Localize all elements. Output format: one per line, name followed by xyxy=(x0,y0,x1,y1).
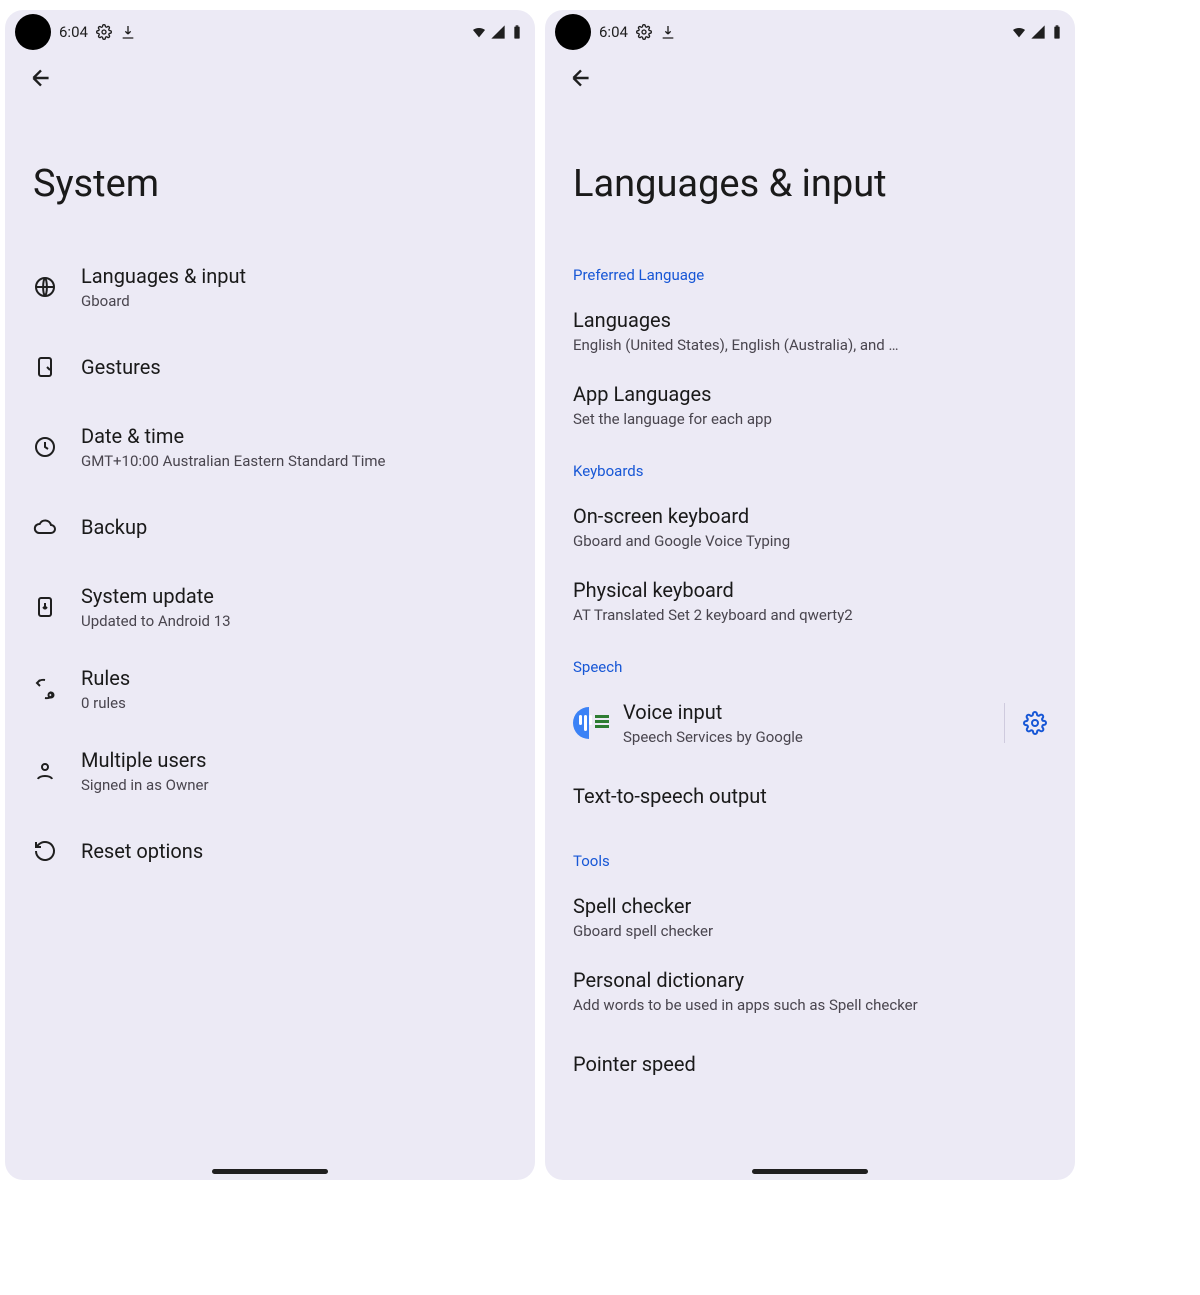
item-title: Pointer speed xyxy=(573,1052,1047,1076)
li-item-on-screen-keyboard[interactable]: On-screen keyboard Gboard and Google Voic… xyxy=(545,490,1075,564)
section-header-tools: Tools xyxy=(545,832,1075,880)
gesture-icon xyxy=(33,355,57,379)
item-title: Languages & input xyxy=(81,264,246,288)
signal-icon xyxy=(1030,24,1046,40)
item-subtitle: English (United States), English (Austra… xyxy=(573,336,1047,354)
person-icon xyxy=(33,759,57,783)
section-header-preferred-language: Preferred Language xyxy=(545,246,1075,294)
item-title: App Languages xyxy=(573,382,1047,406)
system-item-date-time[interactable]: Date & time GMT+10:00 Australian Eastern … xyxy=(5,406,535,488)
li-item-app-languages[interactable]: App Languages Set the language for each a… xyxy=(545,368,1075,442)
rules-icon xyxy=(33,677,57,701)
camera-cutout xyxy=(15,14,51,50)
item-title: Multiple users xyxy=(81,748,209,772)
item-title: Languages xyxy=(573,308,1047,332)
li-item-spell-checker[interactable]: Spell checker Gboard spell checker xyxy=(545,880,1075,954)
li-item-voice-input[interactable]: Voice input Speech Services by Google xyxy=(545,686,1075,760)
system-item-backup[interactable]: Backup xyxy=(5,488,535,566)
status-bar: 6:04 xyxy=(5,10,535,54)
item-subtitle: GMT+10:00 Australian Eastern Standard Ti… xyxy=(81,452,385,470)
section-header-speech: Speech xyxy=(545,638,1075,686)
li-item-languages[interactable]: Languages English (United States), Englis… xyxy=(545,294,1075,368)
li-item-text-to-speech-output[interactable]: Text-to-speech output xyxy=(545,760,1075,832)
item-title: Reset options xyxy=(81,839,203,863)
battery-icon xyxy=(509,24,525,40)
system-item-rules[interactable]: Rules 0 rules xyxy=(5,648,535,730)
item-subtitle: Updated to Android 13 xyxy=(81,612,231,630)
reset-icon xyxy=(33,839,57,863)
status-time: 6:04 xyxy=(59,23,88,41)
clock-icon xyxy=(33,435,57,459)
status-bar: 6:04 xyxy=(545,10,1075,54)
nav-handle[interactable] xyxy=(212,1169,328,1174)
camera-cutout xyxy=(555,14,591,50)
back-button[interactable] xyxy=(27,64,55,92)
item-subtitle: Gboard and Google Voice Typing xyxy=(573,532,1047,550)
back-button[interactable] xyxy=(567,64,595,92)
section-header-keyboards: Keyboards xyxy=(545,442,1075,490)
wifi-icon xyxy=(471,24,487,40)
li-item-physical-keyboard[interactable]: Physical keyboard AT Translated Set 2 key… xyxy=(545,564,1075,638)
page-title: Languages & input xyxy=(545,102,1075,246)
li-item-personal-dictionary[interactable]: Personal dictionary Add words to be used … xyxy=(545,954,1075,1028)
item-title: On-screen keyboard xyxy=(573,504,1047,528)
system-item-reset-options[interactable]: Reset options xyxy=(5,812,535,890)
item-subtitle: Add words to be used in apps such as Spe… xyxy=(573,996,1047,1014)
arrow-left-icon xyxy=(28,65,54,91)
item-title: Gestures xyxy=(81,355,161,379)
item-title: Personal dictionary xyxy=(573,968,1047,992)
gear-icon xyxy=(636,24,652,40)
cloud-icon xyxy=(33,515,57,539)
globe-icon xyxy=(33,275,57,299)
system-item-multiple-users[interactable]: Multiple users Signed in as Owner xyxy=(5,730,535,812)
item-subtitle: 0 rules xyxy=(81,694,130,712)
system-item-system-update[interactable]: System update Updated to Android 13 xyxy=(5,566,535,648)
item-title: System update xyxy=(81,584,231,608)
item-subtitle: Signed in as Owner xyxy=(81,776,209,794)
download-icon xyxy=(120,24,136,40)
item-title: Backup xyxy=(81,515,147,539)
item-title: Spell checker xyxy=(573,894,1047,918)
battery-icon xyxy=(1049,24,1065,40)
download-icon xyxy=(660,24,676,40)
languages-input-list: Preferred Language Languages English (Unit… xyxy=(545,246,1075,1100)
status-time: 6:04 xyxy=(599,23,628,41)
item-subtitle: Speech Services by Google xyxy=(623,728,992,746)
li-item-pointer-speed[interactable]: Pointer speed xyxy=(545,1028,1075,1100)
item-subtitle: Gboard spell checker xyxy=(573,922,1047,940)
item-subtitle: AT Translated Set 2 keyboard and qwerty2 xyxy=(573,606,1047,624)
system-list: Languages & input Gboard Gestures Date & ti… xyxy=(5,246,535,890)
voice-input-icon xyxy=(573,707,605,739)
item-subtitle: Gboard xyxy=(81,292,246,310)
arrow-left-icon xyxy=(568,65,594,91)
voice-input-settings-button[interactable] xyxy=(1004,703,1047,743)
system-item-gestures[interactable]: Gestures xyxy=(5,328,535,406)
item-title: Voice input xyxy=(623,700,992,724)
signal-icon xyxy=(490,24,506,40)
item-title: Text-to-speech output xyxy=(573,784,1047,808)
phone-system: 6:04 System Languages & input Gboard Gestu… xyxy=(5,10,535,1180)
wifi-icon xyxy=(1011,24,1027,40)
gear-icon xyxy=(1023,711,1047,735)
nav-handle[interactable] xyxy=(752,1169,868,1174)
item-title: Date & time xyxy=(81,424,385,448)
page-title: System xyxy=(5,102,535,246)
item-title: Rules xyxy=(81,666,130,690)
item-subtitle: Set the language for each app xyxy=(573,410,1047,428)
phone-languages-input: 6:04 Languages & input Preferred Languag… xyxy=(545,10,1075,1180)
system-item-languages-input[interactable]: Languages & input Gboard xyxy=(5,246,535,328)
gear-icon xyxy=(96,24,112,40)
item-title: Physical keyboard xyxy=(573,578,1047,602)
update-icon xyxy=(33,595,57,619)
